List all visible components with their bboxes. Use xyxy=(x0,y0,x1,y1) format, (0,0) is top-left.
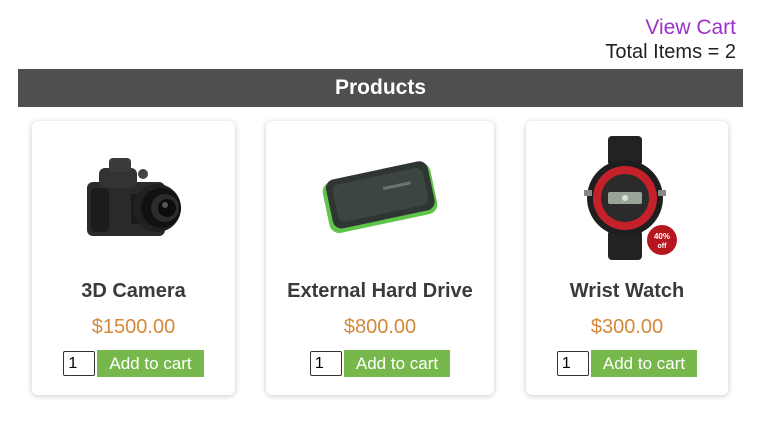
camera-image xyxy=(86,158,181,236)
total-items-text: Total Items = 2 xyxy=(605,41,736,63)
hard-drive-image xyxy=(322,161,438,234)
add-to-cart-button[interactable]: Add to cart xyxy=(590,350,698,377)
page: View Cart Total Items = 2 Products 3D Ca… xyxy=(0,0,768,424)
quantity-input[interactable] xyxy=(556,351,589,376)
product-actions: Add to cart xyxy=(526,350,728,377)
product-name: 3D Camera xyxy=(81,280,186,302)
wrist-watch-image: 40% off xyxy=(584,136,677,260)
discount-badge-line1: 40% xyxy=(654,232,670,241)
product-price: $800.00 xyxy=(343,316,417,338)
discount-badge-line2: off xyxy=(658,243,668,250)
product-price: $1500.00 xyxy=(91,316,176,338)
product-name: Wrist Watch xyxy=(569,280,685,302)
product-image xyxy=(266,135,494,261)
product-actions: Add to cart xyxy=(32,350,235,377)
product-card-hard-drive: External Hard Drive $800.00 Add to cart xyxy=(266,121,494,395)
product-name: External Hard Drive xyxy=(287,280,473,302)
quantity-input[interactable] xyxy=(63,351,96,376)
products-header: Products xyxy=(18,69,743,107)
product-image xyxy=(32,135,235,261)
add-to-cart-button[interactable]: Add to cart xyxy=(97,350,204,377)
product-image: 40% off xyxy=(526,135,728,261)
add-to-cart-button[interactable]: Add to cart xyxy=(343,350,451,377)
cart-summary: View Cart Total Items = 2 xyxy=(605,14,736,63)
product-card-camera: 3D Camera $1500.00 Add to cart xyxy=(32,121,235,395)
product-price: $300.00 xyxy=(590,316,664,338)
product-card-wrist-watch: 40% off Wrist Watch $300.00 Add to cart xyxy=(526,121,728,395)
product-actions: Add to cart xyxy=(266,350,494,377)
quantity-input[interactable] xyxy=(309,351,342,376)
view-cart-link[interactable]: View Cart xyxy=(605,14,736,41)
